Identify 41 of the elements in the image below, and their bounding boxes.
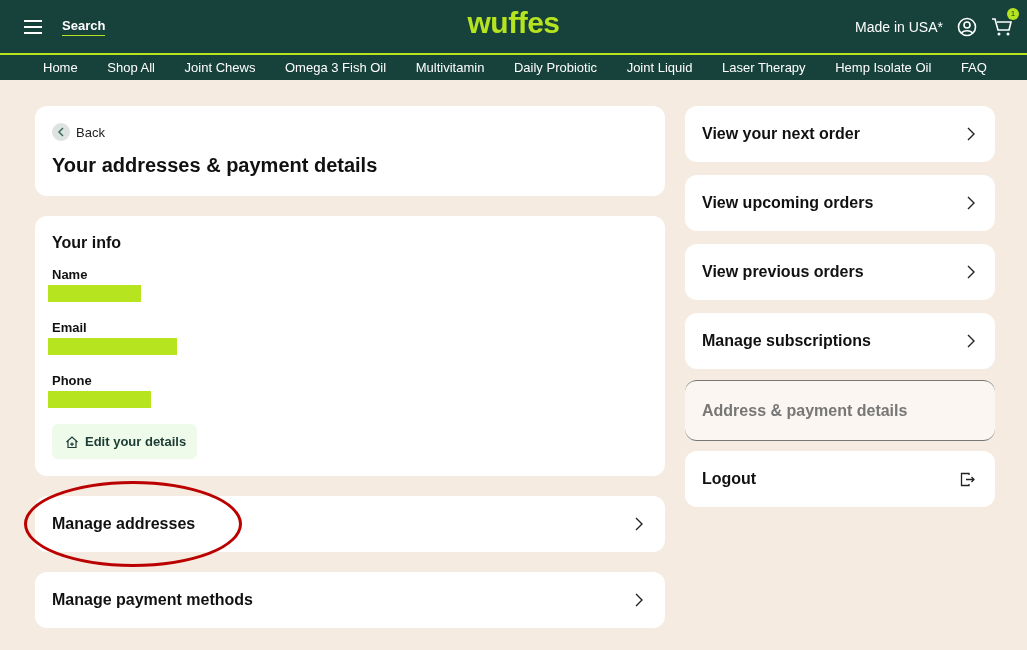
cart-count-badge: 1 — [1007, 7, 1019, 20]
search-link[interactable]: Search — [62, 17, 106, 36]
chevron-right-icon — [966, 196, 975, 210]
field-label: Phone — [52, 373, 93, 388]
menu-row[interactable]: Manage payment methods — [35, 572, 665, 628]
logout-icon — [960, 471, 975, 487]
chevron-left-icon — [57, 127, 65, 137]
field-label: Email — [52, 320, 88, 335]
cart-icon[interactable] — [991, 15, 1013, 38]
chevron-right-icon — [634, 517, 643, 531]
made-in-usa-text: Made in USA* — [855, 18, 943, 35]
side-menu-item[interactable]: Manage subscriptions — [685, 313, 995, 369]
nav-link[interactable]: Daily Probiotic — [513, 60, 598, 75]
home-icon — [65, 434, 79, 449]
nav-link[interactable]: FAQ — [960, 60, 987, 75]
chevron-right-icon — [966, 334, 975, 348]
menu-row[interactable]: Manage addresses — [35, 496, 665, 552]
side-menu-item[interactable]: Logout — [685, 451, 995, 507]
field-label: Name — [52, 267, 89, 282]
nav-link[interactable]: Joint Liquid — [626, 60, 693, 75]
account-icon[interactable] — [957, 16, 977, 37]
nav-link[interactable]: Laser Therapy — [722, 60, 806, 75]
logo[interactable]: wuffes — [467, 6, 560, 40]
nav-link[interactable]: Multivitamin — [415, 60, 485, 75]
side-menu-item[interactable]: Address & payment details — [685, 380, 995, 441]
chevron-right-icon — [966, 127, 975, 141]
nav-link[interactable]: Omega 3 Fish Oil — [285, 60, 387, 75]
side-menu-item[interactable]: View your next order — [685, 106, 995, 162]
page-title: Your addresses & payment details — [52, 154, 379, 177]
back-button[interactable]: Back — [52, 123, 105, 141]
side-menu-item[interactable]: View previous orders — [685, 244, 995, 300]
chevron-right-icon — [634, 593, 643, 607]
nav-link[interactable]: Home — [43, 60, 78, 75]
chevron-right-icon — [966, 265, 975, 279]
section-title: Your info — [52, 234, 123, 252]
edit-details-button[interactable]: Edit your details — [52, 424, 198, 459]
menu-icon[interactable] — [24, 19, 42, 34]
nav-link[interactable]: Shop All — [107, 60, 155, 75]
side-menu-item[interactable]: View upcoming orders — [685, 175, 995, 231]
nav-link[interactable]: Joint Chews — [184, 60, 256, 75]
nav-link[interactable]: Hemp Isolate Oil — [835, 60, 932, 75]
